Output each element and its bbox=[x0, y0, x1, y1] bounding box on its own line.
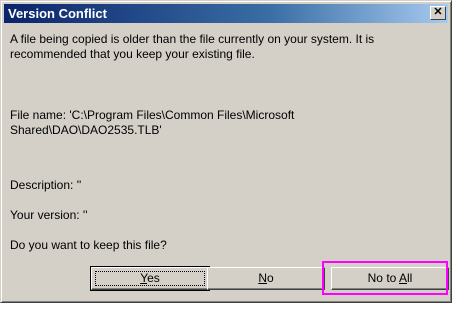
no-mnemonic: N bbox=[258, 271, 267, 285]
no-to-all-prefix: No to bbox=[367, 271, 399, 285]
description-line: Description: '' bbox=[10, 178, 82, 192]
focus-rectangle bbox=[95, 271, 205, 286]
no-to-all-rest: ll bbox=[407, 271, 413, 285]
conflict-message: A file being copied is older than the fi… bbox=[10, 32, 375, 61]
no-to-all-button[interactable]: No to All bbox=[331, 267, 449, 290]
close-button[interactable]: ✕ bbox=[430, 6, 446, 20]
your-version-line: Your version: '' bbox=[10, 208, 88, 222]
no-to-all-mnemonic: A bbox=[399, 271, 408, 285]
version-conflict-dialog: Version Conflict ✕ A file being copied i… bbox=[0, 0, 452, 303]
file-name-line: File name: 'C:\Program Files\Common File… bbox=[10, 108, 295, 137]
title-bar[interactable]: Version Conflict ✕ bbox=[4, 4, 448, 23]
dialog-title: Version Conflict bbox=[8, 6, 107, 21]
yes-button[interactable]: Yes bbox=[90, 266, 210, 291]
keep-file-question: Do you want to keep this file? bbox=[10, 238, 167, 252]
no-label-rest: o bbox=[266, 271, 274, 285]
no-button[interactable]: No bbox=[207, 267, 325, 290]
close-icon: ✕ bbox=[433, 6, 443, 18]
